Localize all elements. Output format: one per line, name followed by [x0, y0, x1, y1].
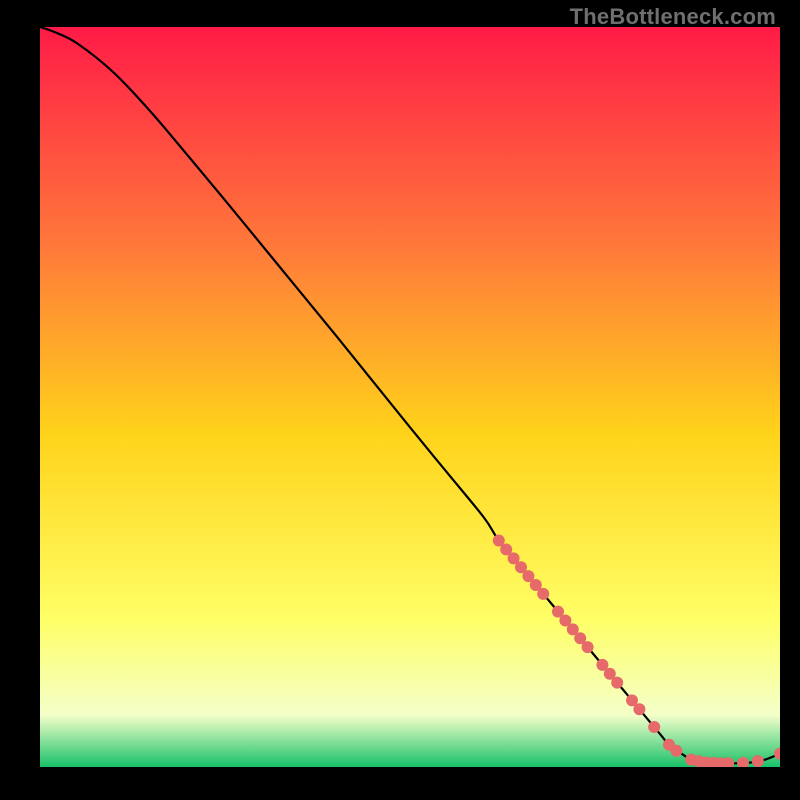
data-marker: [670, 745, 682, 757]
data-marker: [537, 588, 549, 600]
gradient-background: [40, 27, 780, 767]
plot-area: [40, 27, 780, 767]
data-marker: [582, 641, 594, 653]
data-marker: [752, 755, 764, 767]
chart-frame: TheBottleneck.com: [0, 0, 800, 800]
data-marker: [633, 703, 645, 715]
data-marker: [611, 677, 623, 689]
data-marker: [648, 721, 660, 733]
chart-svg: [40, 27, 780, 767]
